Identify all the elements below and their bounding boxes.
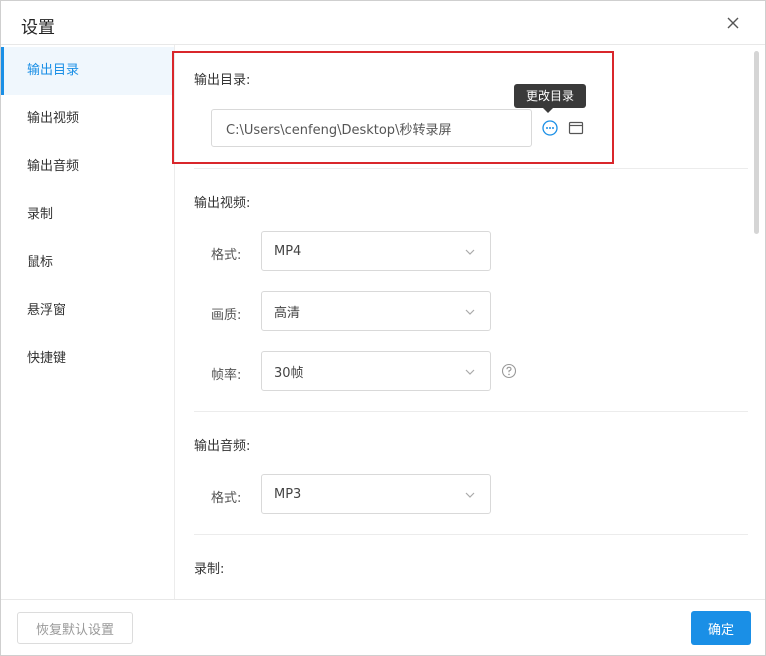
chevron-down-icon [465, 249, 475, 255]
question-circle-icon[interactable] [500, 362, 518, 380]
dialog-titlebar: 设置 [1, 1, 765, 45]
video-format-select[interactable]: MP4 [261, 231, 491, 271]
video-fps-label: 帧率: [211, 368, 242, 383]
section-divider [194, 411, 748, 412]
sidebar-item-output-dir[interactable]: 输出目录 [1, 47, 174, 95]
sidebar-item-record[interactable]: 录制 [1, 191, 174, 239]
audio-format-select[interactable]: MP3 [261, 474, 491, 514]
sidebar-item-shortcuts[interactable]: 快捷键 [1, 335, 174, 383]
video-fps-value: 30帧 [274, 365, 304, 381]
output-video-section-label: 输出视频: [194, 196, 251, 211]
video-format-label: 格式: [211, 248, 242, 263]
chevron-down-icon [465, 369, 475, 375]
chevron-down-icon [465, 309, 475, 315]
reset-defaults-button[interactable]: 恢复默认设置 [17, 612, 133, 644]
output-audio-section-label: 输出音频: [194, 439, 251, 454]
dialog-title: 设置 [21, 18, 55, 38]
section-divider [194, 534, 748, 535]
settings-dialog: 设置 输出目录 输出视频 输出音频 录制 鼠标 悬浮窗 快捷键 输出目录: C:… [0, 0, 766, 656]
sidebar-item-output-video[interactable]: 输出视频 [1, 95, 174, 143]
confirm-button[interactable]: 确定 [691, 611, 751, 645]
audio-format-label: 格式: [211, 491, 242, 506]
settings-sidebar: 输出目录 输出视频 输出音频 录制 鼠标 悬浮窗 快捷键 [1, 45, 175, 599]
video-fps-select[interactable]: 30帧 [261, 351, 491, 391]
video-quality-select[interactable]: 高清 [261, 291, 491, 331]
sidebar-item-mouse[interactable]: 鼠标 [1, 239, 174, 287]
video-format-value: MP4 [274, 243, 302, 259]
dialog-footer: 恢复默认设置 确定 [1, 599, 765, 655]
highlight-box [172, 51, 614, 164]
sidebar-item-floating-window[interactable]: 悬浮窗 [1, 287, 174, 335]
content-scrollbar[interactable] [754, 51, 759, 234]
audio-format-value: MP3 [274, 486, 302, 502]
chevron-down-icon [465, 492, 475, 498]
video-quality-value: 高清 [274, 305, 301, 321]
close-icon[interactable] [723, 13, 743, 33]
record-section-label: 录制: [194, 562, 225, 577]
sidebar-item-output-audio[interactable]: 输出音频 [1, 143, 174, 191]
section-divider [194, 168, 748, 169]
video-quality-label: 画质: [211, 308, 242, 323]
